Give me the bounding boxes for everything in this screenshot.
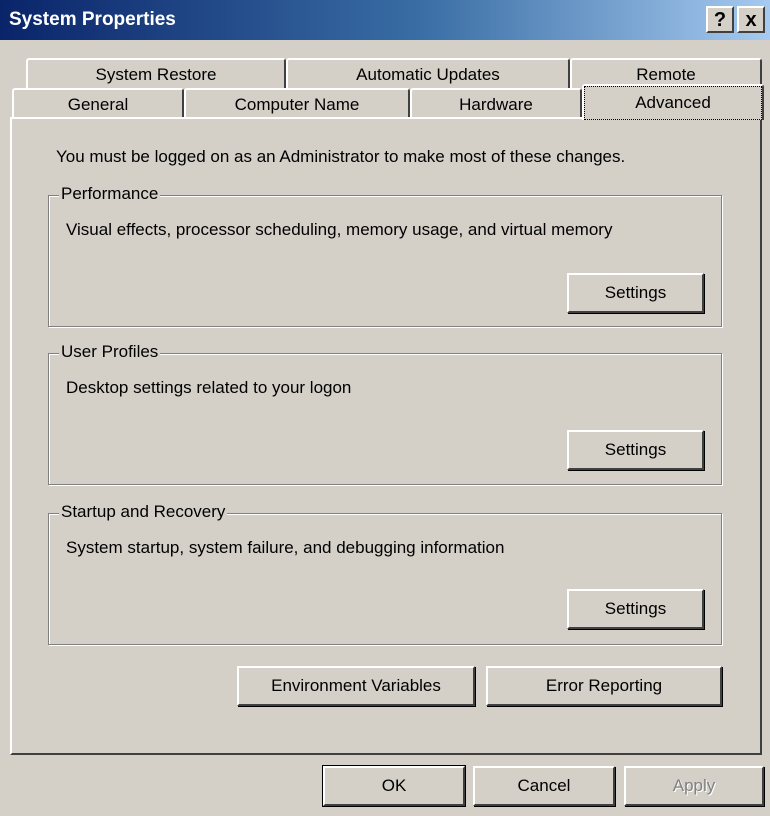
tab-general[interactable]: General [12, 88, 184, 118]
window-title: System Properties [9, 9, 176, 30]
button-label: OK [381, 776, 407, 795]
close-button[interactable]: x [737, 6, 765, 33]
button-label: Environment Variables [271, 676, 441, 695]
startup-recovery-settings-button[interactable]: Settings [567, 589, 704, 629]
title-bar[interactable]: System Properties ? x [0, 0, 770, 40]
performance-settings-button[interactable]: Settings [567, 273, 704, 313]
button-label: Apply [672, 776, 716, 795]
tab-computer-name[interactable]: Computer Name [184, 88, 410, 118]
group-description: Visual effects, processor scheduling, me… [66, 220, 613, 239]
button-label: Cancel [517, 776, 571, 795]
group-legend: Startup and Recovery [59, 502, 228, 522]
button-label: Settings [604, 283, 667, 302]
group-description: System startup, system failure, and debu… [66, 538, 505, 557]
user-profiles-group: User Profiles Desktop settings related t… [48, 342, 722, 485]
help-button[interactable]: ? [706, 6, 734, 33]
cancel-button[interactable]: Cancel [473, 766, 615, 806]
environment-variables-button[interactable]: Environment Variables [237, 666, 475, 706]
button-label: Settings [604, 599, 667, 618]
tab-label: Automatic Updates [356, 65, 500, 84]
tab-label: Advanced [584, 86, 762, 120]
button-label: Settings [604, 440, 667, 459]
close-icon: x [745, 8, 757, 31]
performance-group: Performance Visual effects, processor sc… [48, 184, 722, 327]
button-label: Error Reporting [545, 676, 663, 695]
tab-advanced[interactable]: Advanced [582, 84, 764, 120]
help-icon: ? [713, 8, 727, 31]
tab-hardware[interactable]: Hardware [410, 88, 582, 118]
admin-note: You must be logged on as an Administrato… [56, 147, 626, 166]
tab-label: Computer Name [234, 95, 360, 114]
tab-label: System Restore [95, 65, 217, 84]
startup-recovery-group: Startup and Recovery System startup, sys… [48, 502, 722, 645]
group-description: Desktop settings related to your logon [66, 378, 352, 397]
ok-button[interactable]: OK [322, 765, 466, 807]
error-reporting-button[interactable]: Error Reporting [486, 666, 722, 706]
tab-system-restore[interactable]: System Restore [26, 58, 286, 88]
tab-label: General [67, 95, 129, 114]
apply-button[interactable]: Apply [624, 766, 764, 806]
group-legend: User Profiles [59, 342, 161, 362]
tab-automatic-updates[interactable]: Automatic Updates [286, 58, 570, 88]
tab-label: Hardware [459, 95, 533, 114]
user-profiles-settings-button[interactable]: Settings [567, 430, 704, 470]
group-legend: Performance [59, 184, 161, 204]
